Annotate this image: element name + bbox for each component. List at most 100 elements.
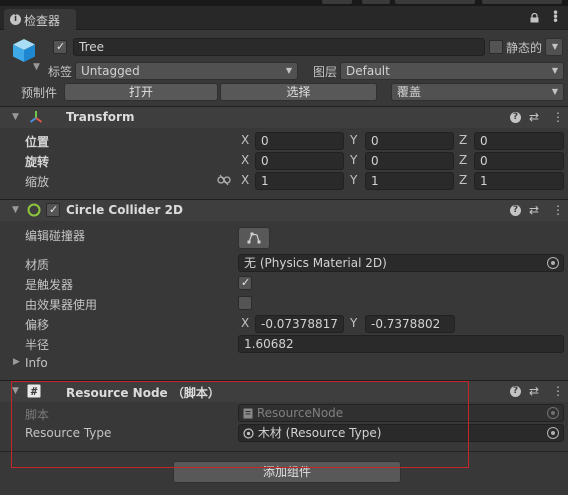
used-by-effector-label: 由效果器使用 bbox=[25, 298, 98, 312]
axis-y-label[interactable]: Y bbox=[350, 133, 357, 147]
resource-node-header[interactable]: ▼ # Resource Node （脚本） ? ⇄ ⋮ bbox=[0, 380, 568, 402]
material-label: 材质 bbox=[25, 258, 50, 272]
transform-header[interactable]: ▼ Transform ? ⇄ ⋮ bbox=[0, 106, 568, 128]
material-field[interactable]: 无 (Physics Material 2D) bbox=[238, 254, 564, 272]
layer-dropdown[interactable]: Default ▼ bbox=[340, 62, 564, 80]
axis-z-label[interactable]: Z bbox=[459, 133, 467, 147]
scale-label: 缩放 bbox=[25, 175, 50, 189]
material-value: 无 (Physics Material 2D) bbox=[244, 256, 387, 270]
collider-enabled-checkbox[interactable]: ✓ bbox=[46, 203, 60, 217]
radius-label: 半径 bbox=[25, 338, 50, 352]
rotation-y-field[interactable]: 0 bbox=[365, 152, 454, 170]
presets-icon[interactable]: ⇄ bbox=[529, 203, 539, 217]
is-trigger-checkbox[interactable]: ✓ bbox=[238, 276, 252, 290]
presets-icon[interactable]: ⇄ bbox=[529, 384, 539, 398]
tag-dropdown[interactable]: Untagged ▼ bbox=[75, 62, 298, 80]
axis-x-label[interactable]: X bbox=[241, 316, 249, 330]
axis-y-label[interactable]: Y bbox=[350, 316, 357, 330]
scriptable-object-icon bbox=[243, 428, 254, 439]
chevron-down-icon: ▼ bbox=[285, 66, 292, 75]
offset-x-field[interactable]: -0.07378817 bbox=[255, 315, 344, 333]
axis-y-label[interactable]: Y bbox=[350, 173, 357, 187]
scale-y-field[interactable]: 1 bbox=[365, 172, 454, 190]
static-dropdown[interactable]: ▼ bbox=[545, 38, 563, 56]
toolbar-fragment bbox=[482, 0, 562, 4]
component-header-icons: ? ⇄ ⋮ bbox=[510, 203, 564, 219]
position-x-field[interactable]: 0 bbox=[255, 132, 344, 150]
component-header-icons: ? ⇄ ⋮ bbox=[510, 110, 564, 126]
chevron-down-icon: ▼ bbox=[551, 42, 558, 51]
toolbar-fragment bbox=[362, 0, 390, 4]
resource-node-title: Resource Node （脚本） bbox=[66, 386, 220, 400]
info-fold-arrow-icon[interactable]: ▶ bbox=[13, 357, 20, 367]
fold-arrow-icon[interactable]: ▼ bbox=[12, 112, 19, 122]
layer-label: 图层 bbox=[313, 65, 338, 79]
info-icon: i bbox=[10, 14, 21, 25]
more-vertical-icon[interactable]: ⋮ bbox=[552, 110, 564, 124]
link-broken-icon[interactable] bbox=[217, 175, 231, 185]
object-picker-icon bbox=[547, 407, 559, 419]
object-picker-icon[interactable] bbox=[547, 427, 559, 439]
script-field: ResourceNode bbox=[238, 404, 564, 422]
chevron-down-icon: ▼ bbox=[551, 66, 558, 75]
overrides-label: 覆盖 bbox=[397, 85, 422, 99]
axis-x-label[interactable]: X bbox=[241, 153, 249, 167]
gameobject-cube-icon bbox=[13, 39, 35, 62]
object-picker-icon[interactable] bbox=[547, 257, 559, 269]
tag-value: Untagged bbox=[81, 64, 140, 78]
more-vertical-icon[interactable]: ⋮ bbox=[552, 384, 564, 398]
used-by-effector-checkbox[interactable] bbox=[238, 296, 252, 310]
prefab-select-button[interactable]: 选择 bbox=[220, 83, 377, 101]
position-label: 位置 bbox=[25, 135, 50, 149]
active-checkbox[interactable]: ✓ bbox=[53, 40, 67, 54]
presets-icon[interactable]: ⇄ bbox=[529, 110, 539, 124]
rotation-z-field[interactable]: 0 bbox=[474, 152, 564, 170]
tab-menu-icon[interactable]: • • • bbox=[552, 7, 559, 27]
radius-field[interactable]: 1.60682 bbox=[238, 335, 564, 353]
axis-y-label[interactable]: Y bbox=[350, 153, 357, 167]
svg-text:#: # bbox=[31, 385, 38, 398]
help-icon[interactable]: ? bbox=[510, 112, 521, 123]
icon-dropdown-arrow-icon[interactable]: ▼ bbox=[33, 62, 40, 72]
script-icon: # bbox=[27, 384, 41, 398]
toolbar-fragment bbox=[395, 0, 475, 4]
axis-x-label[interactable]: X bbox=[241, 133, 249, 147]
offset-y-field[interactable]: -0.7378802 bbox=[365, 315, 455, 333]
axis-z-label[interactable]: Z bbox=[459, 173, 467, 187]
resource-type-value: 木材 (Resource Type) bbox=[257, 426, 382, 440]
axis-x-label[interactable]: X bbox=[241, 173, 249, 187]
help-icon[interactable]: ? bbox=[510, 386, 521, 397]
help-icon[interactable]: ? bbox=[510, 205, 521, 216]
position-y-field[interactable]: 0 bbox=[365, 132, 454, 150]
more-vertical-icon[interactable]: ⋮ bbox=[552, 203, 564, 217]
rotation-x-field[interactable]: 0 bbox=[255, 152, 344, 170]
separator bbox=[0, 451, 568, 452]
resource-type-field[interactable]: 木材 (Resource Type) bbox=[238, 424, 564, 442]
tab-inspector[interactable]: i 检查器 bbox=[4, 9, 76, 30]
tab-title: 检查器 bbox=[24, 14, 61, 28]
edit-collider-button[interactable] bbox=[238, 227, 270, 249]
tab-bar: i 检查器 • • • bbox=[0, 6, 568, 30]
resource-type-label: Resource Type bbox=[25, 426, 112, 440]
axis-z-label[interactable]: Z bbox=[459, 153, 467, 167]
tag-label: 标签 bbox=[48, 65, 73, 79]
fold-arrow-icon[interactable]: ▼ bbox=[12, 386, 19, 396]
transform-title: Transform bbox=[66, 110, 135, 124]
prefab-overrides-dropdown[interactable]: 覆盖 ▼ bbox=[391, 83, 564, 101]
lock-icon[interactable] bbox=[530, 13, 539, 23]
circle-collider-header[interactable]: ▼ ✓ Circle Collider 2D ? ⇄ ⋮ bbox=[0, 199, 568, 221]
object-name-field[interactable]: Tree bbox=[73, 38, 485, 56]
rotation-label: 旋转 bbox=[25, 155, 50, 169]
static-label: 静态的 bbox=[506, 41, 543, 55]
position-z-field[interactable]: 0 bbox=[474, 132, 564, 150]
scale-z-field[interactable]: 1 bbox=[474, 172, 564, 190]
component-header-icons: ? ⇄ ⋮ bbox=[510, 384, 564, 400]
prefab-open-button[interactable]: 打开 bbox=[64, 83, 218, 101]
info-foldout[interactable]: Info bbox=[25, 356, 48, 370]
trigger-label: 是触发器 bbox=[25, 278, 74, 292]
fold-arrow-icon[interactable]: ▼ bbox=[12, 205, 19, 215]
circle-collider-icon bbox=[27, 203, 41, 217]
static-checkbox[interactable] bbox=[489, 40, 503, 54]
add-component-button[interactable]: 添加组件 bbox=[173, 461, 401, 483]
scale-x-field[interactable]: 1 bbox=[255, 172, 344, 190]
